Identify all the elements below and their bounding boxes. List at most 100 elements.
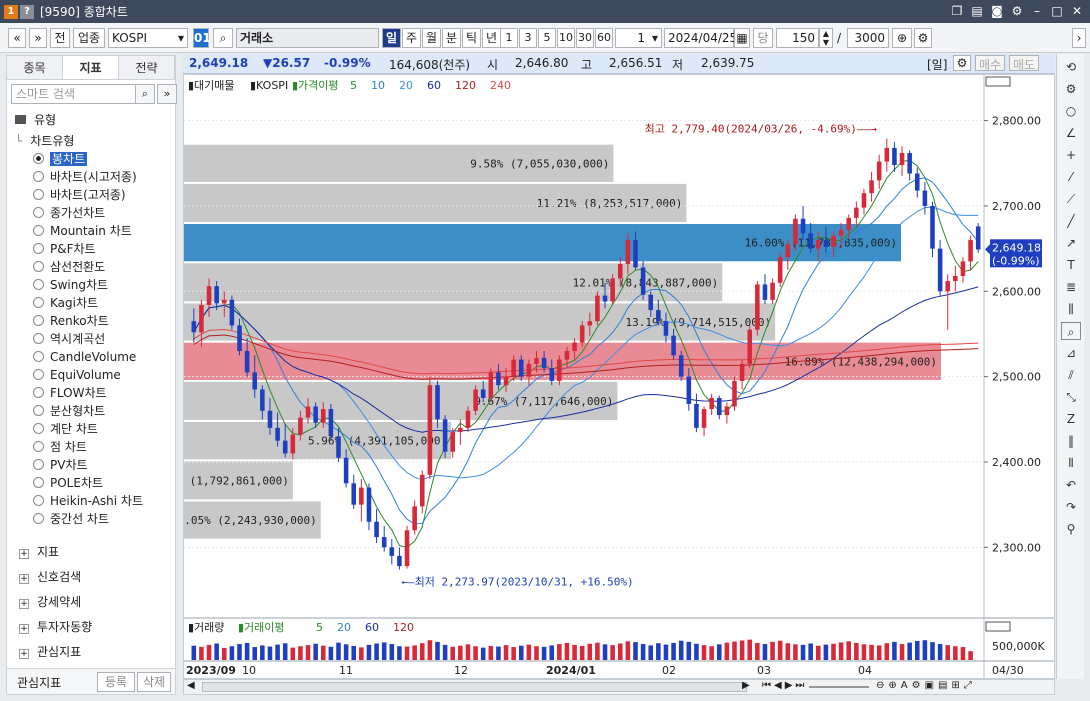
period-button-5[interactable]: 년 xyxy=(482,28,501,48)
chart-type-item[interactable]: 분산형차트 xyxy=(33,402,105,420)
radio-icon[interactable] xyxy=(33,405,44,416)
radio-icon[interactable] xyxy=(33,387,44,398)
radio-icon[interactable] xyxy=(33,351,44,362)
undo-icon[interactable]: ↶ xyxy=(1061,476,1081,494)
settings-icon[interactable]: ⚙ xyxy=(953,55,971,71)
chart-type-item[interactable]: 바차트(고저종) xyxy=(33,186,126,204)
minute-button-10[interactable]: 10 xyxy=(557,28,575,48)
crosshair-icon[interactable]: + xyxy=(1061,146,1081,164)
minute-button-60[interactable]: 60 xyxy=(595,28,613,48)
tree-section[interactable]: + 강세약세 xyxy=(19,593,81,611)
radio-icon[interactable] xyxy=(33,153,44,164)
scroll-thumb[interactable] xyxy=(202,682,747,692)
minute-button-30[interactable]: 30 xyxy=(576,28,594,48)
expand-icon[interactable]: + xyxy=(19,649,29,659)
radio-icon[interactable] xyxy=(33,369,44,380)
minute-button-3[interactable]: 3 xyxy=(519,28,537,48)
search-icon[interactable]: ⌕ xyxy=(135,84,155,104)
radio-icon[interactable] xyxy=(33,189,44,200)
minute-button-1[interactable]: 1 xyxy=(500,28,518,48)
period-button-4[interactable]: 틱 xyxy=(462,28,481,48)
chart-type-item[interactable]: Mountain 차트 xyxy=(33,222,132,240)
chart-type-item[interactable]: 삼선전환도 xyxy=(33,258,105,276)
prev-symbol-button[interactable]: « xyxy=(8,28,26,48)
period-button-0[interactable]: 일 xyxy=(382,28,401,48)
radio-icon[interactable] xyxy=(33,513,44,524)
angle-tool-icon[interactable]: ∠ xyxy=(1061,124,1081,142)
code-badge[interactable]: 01 xyxy=(193,28,211,48)
chart-type-item[interactable]: Heikin-Ashi 차트 xyxy=(33,492,143,510)
playback-controls-icon[interactable]: ⏮◀▶⏭ xyxy=(762,680,807,691)
arrow-tool-icon[interactable]: ⤡ xyxy=(1061,388,1081,406)
radio-icon[interactable] xyxy=(33,477,44,488)
left-tab-2[interactable]: 전략 xyxy=(119,56,175,79)
bars-tool-icon[interactable]: ⦀ xyxy=(1061,454,1081,472)
sell-button[interactable]: 매수 xyxy=(975,55,1006,72)
tree-section[interactable]: + 신호검색 xyxy=(19,568,81,586)
chart-area[interactable]: 9.58% (7,055,030,000) 11.21% (8,253,517,0… xyxy=(150,74,1055,679)
measure-icon[interactable]: ⊿ xyxy=(1061,344,1081,362)
settings-icon[interactable]: ⚙ xyxy=(1010,3,1024,19)
current-button[interactable]: 당 xyxy=(753,28,773,48)
zoom-icon[interactable]: ⌕ xyxy=(1061,322,1081,340)
expand-icon[interactable]: + xyxy=(19,549,29,559)
tree-root[interactable]: 유형 xyxy=(15,111,56,129)
chart-type-item[interactable]: Swing차트 xyxy=(33,276,108,294)
radio-icon[interactable] xyxy=(33,261,44,272)
auto-trend-icon[interactable]: ↗ xyxy=(1061,234,1081,252)
chart-type-item[interactable]: 봉차트 xyxy=(33,150,88,168)
radio-icon[interactable] xyxy=(33,495,44,506)
channel-tool-icon[interactable]: ⫽ xyxy=(1061,366,1081,384)
radio-icon[interactable] xyxy=(33,279,44,290)
chart-type-item[interactable]: Renko차트 xyxy=(33,312,109,330)
chart-type-item[interactable]: PV차트 xyxy=(33,456,88,474)
help-badge[interactable]: ? xyxy=(20,4,34,19)
tree-group[interactable]: └ 차트유형 xyxy=(15,132,74,150)
register-button[interactable]: 등록 xyxy=(97,672,135,692)
chart-type-item[interactable]: P&F차트 xyxy=(33,240,96,258)
multiplier-select[interactable]: 1 ▾ xyxy=(615,28,662,48)
view-tools-icon[interactable]: ⊖⊕A⚙▣▤⊞⤢ xyxy=(876,680,976,691)
total-input[interactable]: 3000 xyxy=(847,28,889,48)
maximize-icon[interactable]: □ xyxy=(1050,3,1064,19)
fibonacci-icon[interactable]: ≣ xyxy=(1061,278,1081,296)
radio-icon[interactable] xyxy=(33,225,44,236)
delete-button[interactable]: 삭제 xyxy=(137,672,171,692)
chart-type-item[interactable]: Kagi차트 xyxy=(33,294,98,312)
chart-type-item[interactable]: 바차트(시고저종) xyxy=(33,168,137,186)
candle-tool-icon[interactable]: ⫼ xyxy=(1061,300,1081,318)
radio-icon[interactable] xyxy=(33,459,44,470)
line-tool-icon[interactable]: ╱ xyxy=(1061,212,1081,230)
expand-icon[interactable]: + xyxy=(19,599,29,609)
radio-icon[interactable] xyxy=(33,297,44,308)
close-icon[interactable]: ✕ xyxy=(1070,3,1084,19)
count-stepper[interactable]: ▲ ▼ xyxy=(819,28,833,48)
camera-icon[interactable]: ◙ xyxy=(990,3,1004,19)
refresh-icon[interactable]: ⟲ xyxy=(1061,58,1081,76)
zoom-slider[interactable] xyxy=(809,686,869,688)
tree-section[interactable]: + 관심지표 xyxy=(19,643,81,661)
save-icon[interactable]: ▤ xyxy=(970,3,984,19)
chart-type-item[interactable]: FLOW차트 xyxy=(33,384,107,402)
price-chart[interactable]: 9.58% (7,055,030,000) 11.21% (8,253,517,0… xyxy=(150,75,1054,678)
expand-icon[interactable]: + xyxy=(19,574,29,584)
expand-icon[interactable]: + xyxy=(19,624,29,634)
chart-type-item[interactable]: EquiVolume xyxy=(33,366,121,384)
buy-button[interactable]: 매도 xyxy=(1009,55,1040,72)
left-tab-1[interactable]: 지표 xyxy=(63,56,119,79)
period-button-1[interactable]: 주 xyxy=(402,28,421,48)
chart-type-item[interactable]: CandleVolume xyxy=(33,348,136,366)
calendar-icon[interactable]: ▦ xyxy=(734,28,750,48)
chart-type-item[interactable]: 중간선 차트 xyxy=(33,510,109,528)
circle-tool-icon[interactable]: ○ xyxy=(1061,102,1081,120)
chart-scrollbar[interactable]: ◀ ▶ ⏮◀▶⏭ ⊖⊕A⚙▣▤⊞⤢ xyxy=(183,679,1055,695)
ray-tool-icon[interactable]: ⟋ xyxy=(1061,190,1081,208)
search-icon[interactable]: ⌕ xyxy=(213,28,233,48)
radio-icon[interactable] xyxy=(33,333,44,344)
zoom-in-icon[interactable]: ⊕ xyxy=(892,28,912,48)
text-tool-icon[interactable]: T xyxy=(1061,256,1081,274)
left-tab-0[interactable]: 종목 xyxy=(7,56,63,79)
collapse-icon[interactable]: › xyxy=(1072,28,1086,48)
radio-icon[interactable] xyxy=(33,243,44,254)
next-symbol-button[interactable]: » xyxy=(29,28,47,48)
